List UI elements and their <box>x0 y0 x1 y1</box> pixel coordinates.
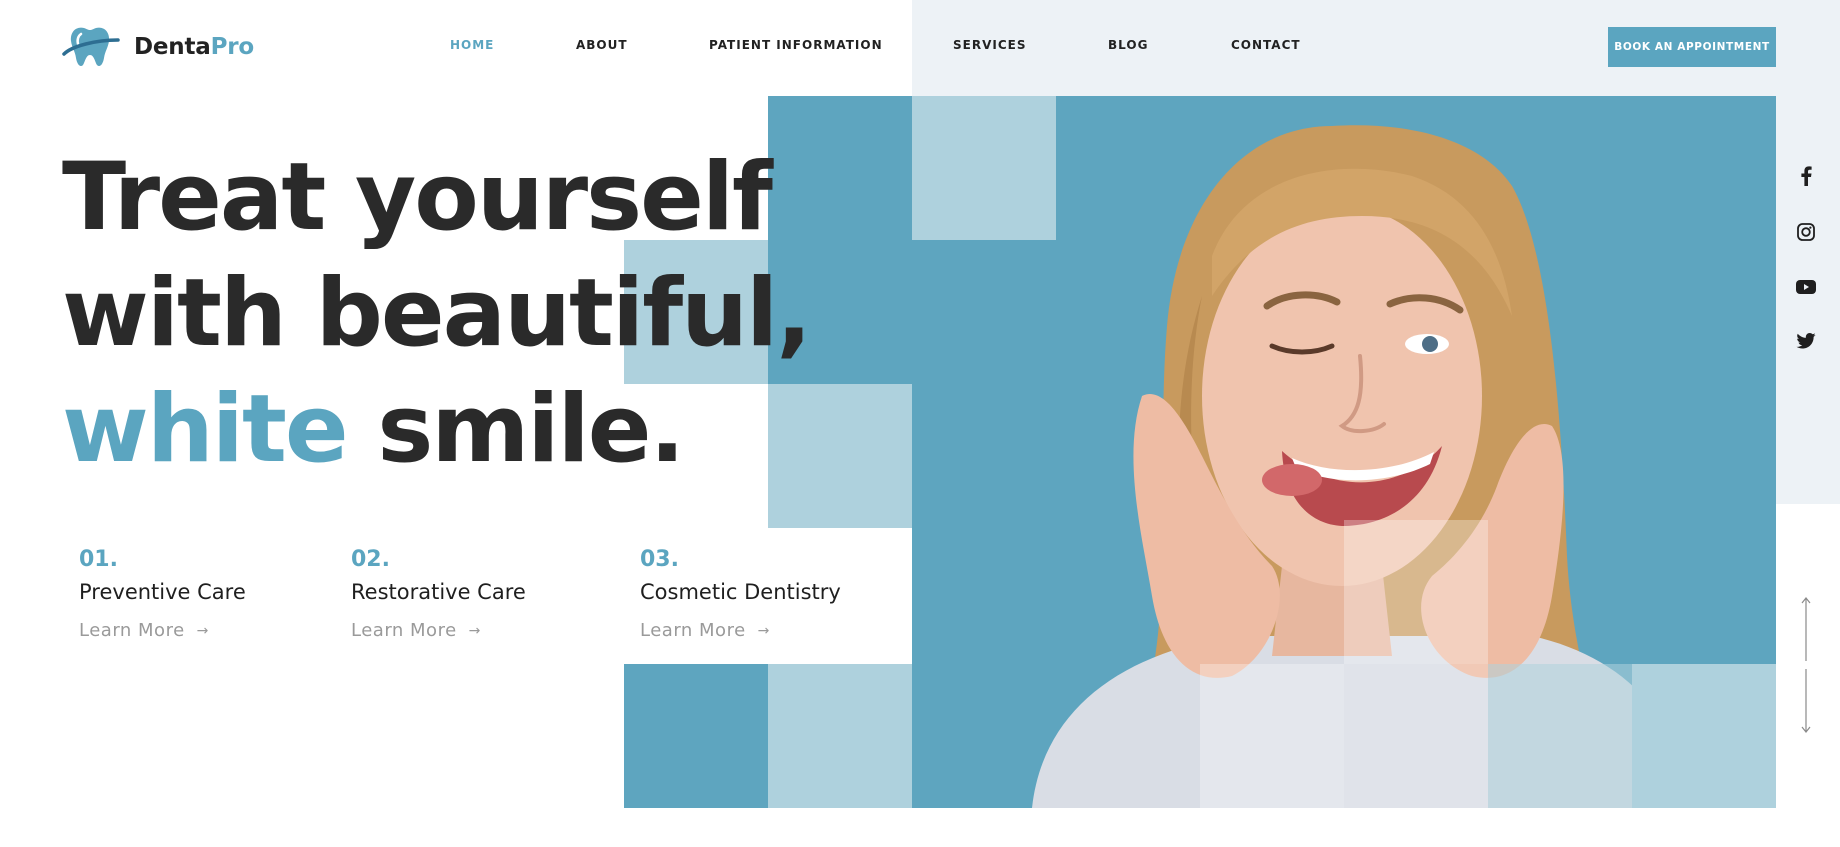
hero-photo <box>912 96 1776 808</box>
hero-accent-word: white <box>62 375 349 484</box>
book-appointment-button[interactable]: BOOK AN APPOINTMENT <box>1608 27 1776 67</box>
instagram-icon[interactable] <box>1795 221 1817 243</box>
mosaic-block <box>624 664 768 808</box>
brand-logo[interactable]: DentaPro <box>62 24 254 70</box>
learn-more-link[interactable]: Learn More → <box>351 620 526 641</box>
hero-line-1: Treat yourself <box>62 143 773 252</box>
hero-line-3: white smile. <box>62 372 810 488</box>
brand-name: DentaPro <box>134 34 254 60</box>
twitter-icon[interactable] <box>1795 330 1817 352</box>
arrow-right-icon: → <box>757 622 770 639</box>
youtube-icon[interactable] <box>1795 276 1817 298</box>
nav-home[interactable]: HOME <box>450 38 494 52</box>
arrow-right-icon: → <box>468 622 481 639</box>
tooth-logo-icon <box>62 27 120 67</box>
nav-blog[interactable]: BLOG <box>1108 38 1148 52</box>
learn-more-link[interactable]: Learn More → <box>79 620 246 641</box>
smiling-woman-illustration <box>912 96 1776 808</box>
nav-contact[interactable]: CONTACT <box>1231 38 1301 52</box>
service-number: 01. <box>79 547 118 572</box>
hero-headline: Treat yourself with beautiful, white smi… <box>62 140 812 488</box>
scroll-down-arrow-icon[interactable] <box>1800 669 1812 733</box>
hero-line-2: with beautiful, <box>62 259 812 368</box>
nav-services[interactable]: SERVICES <box>953 38 1026 52</box>
service-title: Cosmetic Dentistry <box>640 580 841 604</box>
service-title: Restorative Care <box>351 580 526 604</box>
service-item-cosmetic: 03. Cosmetic Dentistry Learn More → <box>640 546 841 641</box>
social-sidebar-tint <box>1776 96 1840 504</box>
arrow-right-icon: → <box>196 622 209 639</box>
nav-patient-information[interactable]: PATIENT INFORMATION <box>709 38 883 52</box>
scroll-up-arrow-icon[interactable] <box>1800 597 1812 661</box>
service-number: 02. <box>351 547 390 572</box>
hero-line-3-rest: smile. <box>377 375 685 484</box>
service-item-restorative: 02. Restorative Care Learn More → <box>351 546 526 641</box>
facebook-icon[interactable] <box>1795 165 1817 187</box>
service-title: Preventive Care <box>79 580 246 604</box>
service-number: 03. <box>640 547 679 572</box>
nav-about[interactable]: ABOUT <box>576 38 628 52</box>
service-item-preventive: 01. Preventive Care Learn More → <box>79 546 246 641</box>
learn-more-link[interactable]: Learn More → <box>640 620 841 641</box>
mosaic-block <box>768 664 912 808</box>
